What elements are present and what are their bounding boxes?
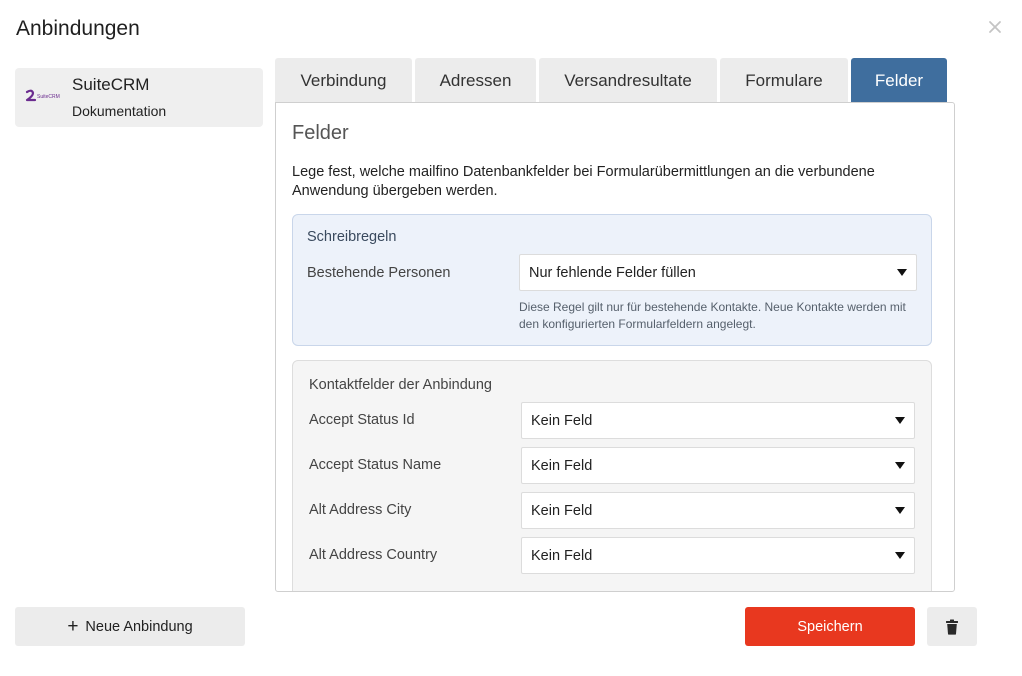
field-select[interactable]: Kein Feld xyxy=(521,402,915,439)
new-connection-label: Neue Anbindung xyxy=(85,618,193,635)
panel-description: Lege fest, welche mailfino Datenbankfeld… xyxy=(292,164,875,199)
field-label: Alt Address Country xyxy=(309,547,438,563)
contact-fields-title: Kontaktfelder der Anbindung xyxy=(309,377,492,393)
connection-name: SuiteCRM xyxy=(72,75,150,94)
contact-fields-box: Kontaktfelder der Anbindung Accept Statu… xyxy=(292,360,932,591)
field-select[interactable]: Kein Feld xyxy=(521,537,915,574)
field-select-value: Kein Feld xyxy=(531,547,593,564)
write-rules-title: Schreibregeln xyxy=(307,229,397,245)
chevron-down-icon xyxy=(895,462,905,469)
delete-button[interactable] xyxy=(927,607,977,646)
write-rules-hint: Diese Regel gilt nur für bestehende Kont… xyxy=(519,300,906,331)
field-label: Accept Status Id xyxy=(309,412,415,428)
field-select-value: Kein Feld xyxy=(531,412,593,429)
suitecrm-logo: SuiteCRM xyxy=(25,89,60,102)
trash-icon xyxy=(946,619,958,635)
write-rules-box: Schreibregeln Bestehende Personen Nur fe… xyxy=(292,214,932,346)
connection-card-suitecrm[interactable]: SuiteCRM SuiteCRM Dokumentation xyxy=(15,68,263,127)
plus-icon: + xyxy=(67,616,79,637)
new-connection-button[interactable]: + Neue Anbindung xyxy=(15,607,245,646)
close-icon[interactable] xyxy=(986,18,1004,36)
field-select[interactable]: Kein Feld xyxy=(521,492,915,529)
tab-adressen[interactable]: Adressen xyxy=(415,58,536,103)
field-select-value: Kein Feld xyxy=(531,457,593,474)
chevron-down-icon xyxy=(895,552,905,559)
panel-title: Felder xyxy=(292,122,349,144)
documentation-link[interactable]: Dokumentation xyxy=(72,103,166,119)
field-label: Accept Status Name xyxy=(309,457,442,473)
suitecrm-logo-text: SuiteCRM xyxy=(37,94,60,100)
chevron-down-icon xyxy=(895,507,905,514)
dialog-title: Anbindungen xyxy=(16,17,140,40)
existing-persons-select[interactable]: Nur fehlende Felder füllen xyxy=(519,254,917,291)
chevron-down-icon xyxy=(895,417,905,424)
tab-versandresultate[interactable]: Versandresultate xyxy=(539,58,717,103)
felder-panel: Felder Lege fest, welche mailfino Datenb… xyxy=(275,102,955,592)
field-label: Alt Address City xyxy=(309,502,412,518)
tab-felder[interactable]: Felder xyxy=(851,58,947,103)
existing-persons-value: Nur fehlende Felder füllen xyxy=(529,264,696,281)
save-button[interactable]: Speichern xyxy=(745,607,915,646)
chevron-down-icon xyxy=(897,269,907,276)
field-select[interactable]: Kein Feld xyxy=(521,447,915,484)
tab-formulare[interactable]: Formulare xyxy=(720,58,848,103)
connections-dialog: Anbindungen SuiteCRM SuiteCRM Dokumentat… xyxy=(0,0,1022,676)
field-select-value: Kein Feld xyxy=(531,502,593,519)
tab-verbindung[interactable]: Verbindung xyxy=(275,58,412,103)
existing-persons-label: Bestehende Personen xyxy=(307,265,451,281)
